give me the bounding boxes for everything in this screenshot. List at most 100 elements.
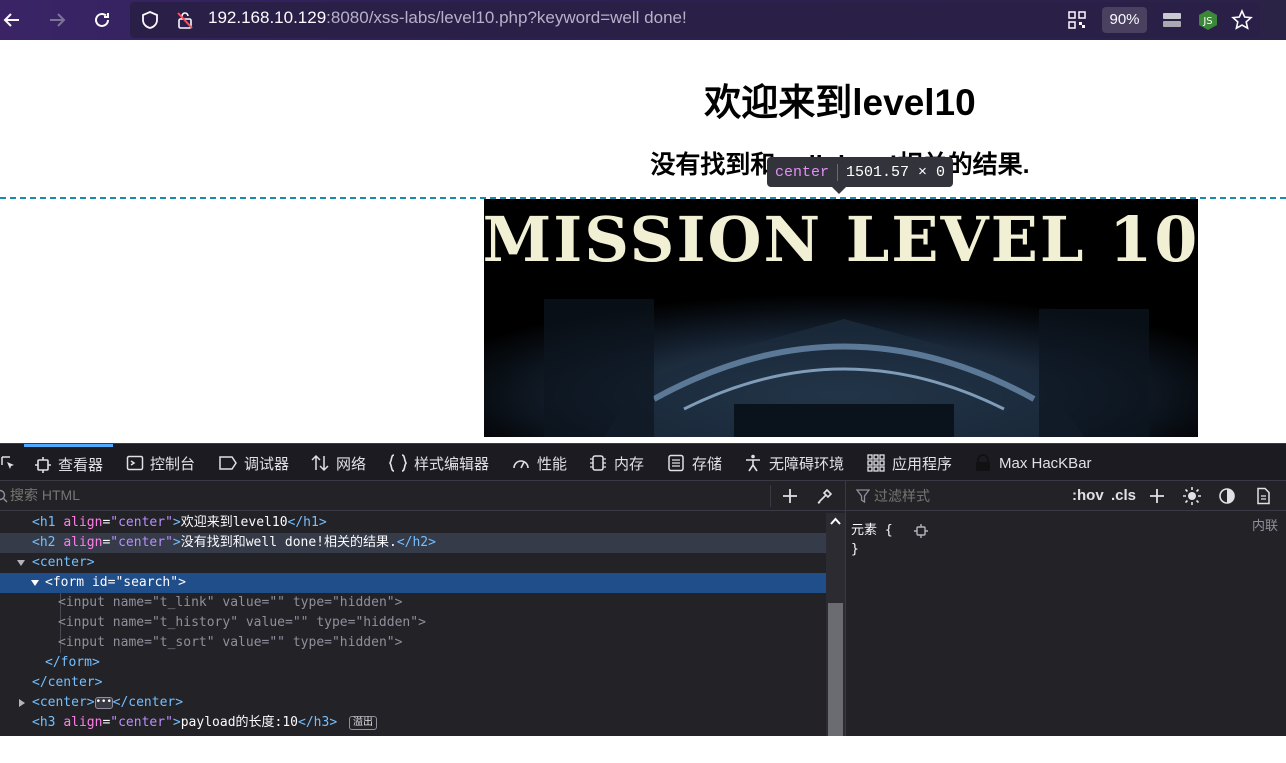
reload-icon xyxy=(92,10,112,30)
tree-row-input-t-sort[interactable]: <input name="t_sort" value="" type="hidd… xyxy=(0,633,826,653)
infobar-arrow xyxy=(832,187,846,194)
element-rule: 元素 { } xyxy=(851,521,929,559)
tab-storage[interactable]: 存储 xyxy=(666,444,722,482)
rule-selector[interactable]: 元素 { xyxy=(851,523,893,538)
tab-accessibility[interactable]: 无障碍环境 xyxy=(743,444,844,482)
shield-icon[interactable] xyxy=(140,10,160,30)
qr-code-icon[interactable] xyxy=(1067,10,1087,30)
highlighter-infobar: center 1501.57 × 0 xyxy=(767,157,954,187)
filter-styles-input[interactable] xyxy=(874,488,1054,504)
forward-button[interactable] xyxy=(45,8,69,32)
hov-button[interactable]: :hov xyxy=(1072,487,1104,504)
cls-button[interactable]: .cls xyxy=(1111,487,1136,504)
browser-toolbar: 192.168.10.129:8080/xss-labs/level10.php… xyxy=(0,0,1286,40)
infobar-tag: center xyxy=(775,163,839,181)
expand-arrow-icon[interactable] xyxy=(16,559,26,567)
tab-label: 内存 xyxy=(614,455,645,473)
add-node-icon[interactable] xyxy=(781,487,799,505)
tab-label: 查看器 xyxy=(58,457,104,474)
debugger-icon xyxy=(218,454,238,472)
web-content: 欢迎来到level10 没有找到和well done!相关的结果. MISSIO… xyxy=(0,40,1286,443)
arrow-right-icon xyxy=(47,10,67,30)
eyedropper-icon[interactable] xyxy=(816,487,834,505)
back-button[interactable] xyxy=(0,8,24,32)
collapsed-arrow-icon[interactable] xyxy=(18,698,26,708)
tab-memory[interactable]: 内存 xyxy=(588,444,644,482)
tree-row-center[interactable]: <center> xyxy=(0,553,826,573)
memory-icon xyxy=(588,454,608,472)
tab-label: 调试器 xyxy=(244,455,290,473)
infobar-dimensions: 1501.57 × 0 xyxy=(846,163,946,181)
nodejs-icon[interactable]: JS xyxy=(1197,9,1219,31)
page-heading: 欢迎来到level10 xyxy=(704,82,976,123)
storage-extension-icon[interactable] xyxy=(1161,10,1183,30)
light-mode-icon[interactable] xyxy=(1182,486,1202,506)
toolbar-divider xyxy=(770,485,771,507)
page-subheading: 没有找到和well done!相关的结果. xyxy=(650,151,1029,179)
ellipsis-button[interactable]: ••• xyxy=(94,696,113,709)
star-icon[interactable] xyxy=(1231,9,1253,31)
gear-icon[interactable] xyxy=(914,523,929,538)
devtools-tab-bar: 查看器 控制台 调试器 网络 样式编辑器 性能 内存 存储 无障碍环境 应用程序… xyxy=(0,443,1286,481)
styles-filter-bar: :hov .cls xyxy=(846,481,1286,511)
network-icon xyxy=(310,454,330,472)
search-html-input[interactable] xyxy=(10,487,750,503)
style-editor-icon xyxy=(388,454,408,472)
expand-arrow-icon[interactable] xyxy=(30,579,40,587)
url-text[interactable]: 192.168.10.129:8080/xss-labs/level10.php… xyxy=(208,8,687,28)
tree-row-center-collapsed[interactable]: <center>•••</center> xyxy=(0,693,826,713)
markup-tree: <h1 align="center">欢迎来到level10</h1> <h2 … xyxy=(0,513,826,736)
rule-close-brace: } xyxy=(851,542,859,557)
tab-application[interactable]: 应用程序 xyxy=(866,444,952,482)
print-media-icon[interactable] xyxy=(1254,487,1272,505)
application-icon xyxy=(866,454,886,472)
tab-debugger[interactable]: 调试器 xyxy=(218,444,289,482)
svg-text:JS: JS xyxy=(1202,16,1212,27)
tab-network[interactable]: 网络 xyxy=(310,444,366,482)
element-picker-icon[interactable] xyxy=(0,455,16,471)
scroll-up-arrow-icon[interactable] xyxy=(830,517,841,525)
tree-row-input-t-history[interactable]: <input name="t_history" value="" type="h… xyxy=(0,613,826,633)
watermark: CSDN @dfzy$_$ xyxy=(1178,749,1270,763)
tab-label: 无障碍环境 xyxy=(769,455,845,473)
tree-row-h2[interactable]: <h2 align="center">没有找到和well done!相关的结果.… xyxy=(0,533,826,553)
tree-row-h1[interactable]: <h1 align="center">欢迎来到level10</h1> xyxy=(0,513,826,533)
accessibility-icon xyxy=(743,454,763,472)
tree-row-form-close[interactable]: </form> xyxy=(0,653,826,673)
tab-inspector[interactable]: 查看器 xyxy=(24,444,114,482)
zoom-level[interactable]: 90% xyxy=(1102,7,1147,33)
insecure-lock-icon[interactable] xyxy=(175,10,195,30)
overflow-badge[interactable]: 溢出 xyxy=(348,715,377,730)
tab-label: 性能 xyxy=(537,455,568,473)
tree-row-form[interactable]: <form id="search"> xyxy=(0,573,826,593)
url-path: :8080/xss-labs/level10.php?keyword=well … xyxy=(326,8,687,27)
devtools-panel: 查看器 控制台 调试器 网络 样式编辑器 性能 内存 存储 无障碍环境 应用程序… xyxy=(0,443,1286,763)
tree-row-h3[interactable]: <h3 align="center">payload的长度:10</h3> 溢出 xyxy=(0,713,826,733)
tab-label: 样式编辑器 xyxy=(414,455,490,473)
tab-style-editor[interactable]: 样式编辑器 xyxy=(388,444,489,482)
add-rule-icon[interactable] xyxy=(1148,487,1166,505)
tab-label: 存储 xyxy=(692,455,723,473)
tab-label: 网络 xyxy=(336,455,367,473)
tree-row-center-close[interactable]: </center> xyxy=(0,673,826,693)
svg-text:MISSION LEVEL 10: MISSION LEVEL 10 xyxy=(484,203,1198,276)
markup-view: <h1 align="center">欢迎来到level10</h1> <h2 … xyxy=(0,481,845,736)
tab-label: 应用程序 xyxy=(892,455,953,473)
tab-max-hackbar[interactable]: Max HacKBar xyxy=(973,444,1092,482)
storage-icon xyxy=(666,454,686,472)
inline-source-label: 内联 xyxy=(1251,518,1278,533)
tab-performance[interactable]: 性能 xyxy=(511,444,567,482)
reload-button[interactable] xyxy=(90,8,114,32)
performance-icon xyxy=(511,454,531,472)
rules-view: :hov .cls 元素 { } 内联 CSDN @dfzy$_$ xyxy=(846,481,1286,763)
tab-console[interactable]: 控制台 xyxy=(126,444,195,482)
search-icon xyxy=(0,489,8,503)
arrow-left-icon xyxy=(2,10,22,30)
scrollbar-thumb[interactable] xyxy=(828,603,843,736)
tree-row-input-t-link[interactable]: <input name="t_link" value="" type="hidd… xyxy=(0,593,826,613)
url-host: 192.168.10.129 xyxy=(208,8,327,27)
markup-scrollbar[interactable] xyxy=(826,513,845,736)
tab-label: 控制台 xyxy=(150,455,196,473)
mission-banner-image: MISSION LEVEL 10 xyxy=(484,199,1198,437)
dark-mode-icon[interactable] xyxy=(1218,487,1236,505)
